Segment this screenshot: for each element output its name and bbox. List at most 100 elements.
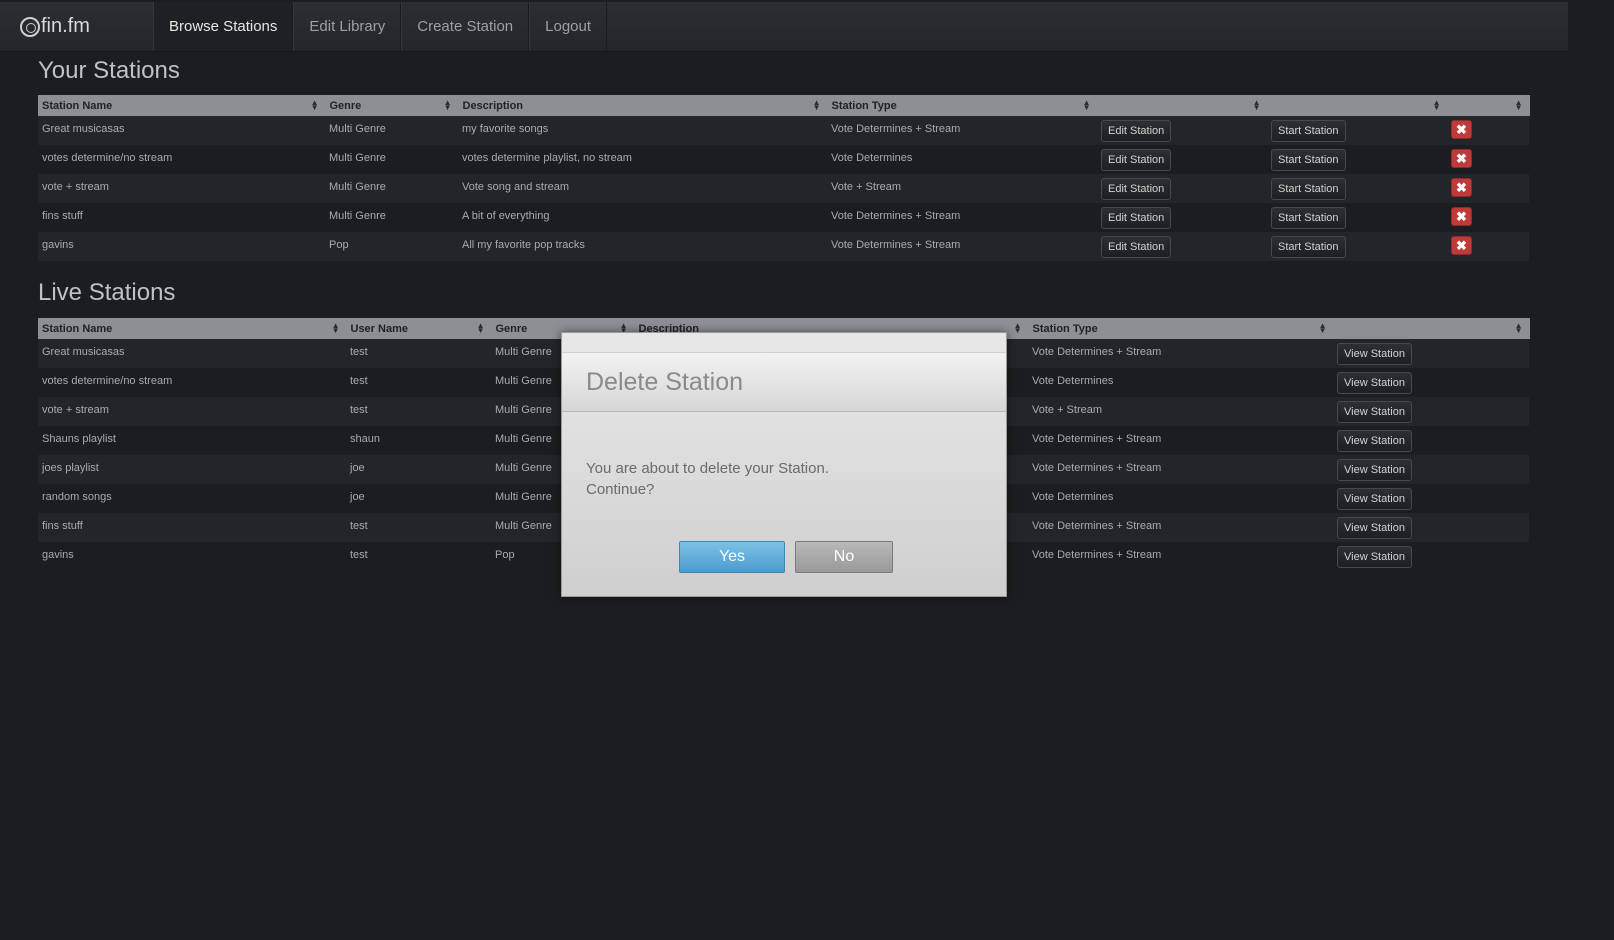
edit-station-button[interactable]: Edit Station [1101, 178, 1172, 200]
your-header-genre[interactable]: Genre ▲ ▼ [325, 95, 459, 116]
view-cell: View Station [1333, 339, 1529, 368]
station-name-cell: Great musicasas [38, 339, 346, 368]
view-cell: View Station [1333, 368, 1529, 397]
live-header-station-name[interactable]: Station Name ▲ ▼ [38, 318, 347, 339]
table-row: vote + stream Multi Genre Vote song and st… [38, 174, 1529, 203]
description-cell: Vote song and stream [458, 174, 827, 203]
table-row: gavins Pop All my favorite pop tracks Vote … [38, 232, 1529, 261]
start-cell: Start Station [1267, 203, 1447, 232]
view-cell: View Station [1333, 455, 1529, 484]
dialog-titlebar [562, 333, 1006, 353]
station-name-cell: votes determine/no stream [38, 145, 325, 174]
nav-logout[interactable]: Logout [529, 2, 608, 51]
start-cell: Start Station [1267, 174, 1447, 203]
station-type-cell: Vote Determines [1028, 484, 1333, 513]
station-type-cell: Vote Determines + Stream [1028, 339, 1333, 368]
delete-cell: ✖ [1447, 203, 1529, 232]
edit-station-button[interactable]: Edit Station [1101, 236, 1172, 258]
start-station-button[interactable]: Start Station [1271, 207, 1346, 229]
start-cell: Start Station [1267, 116, 1447, 145]
station-name-cell: votes determine/no stream [38, 368, 346, 397]
station-name-cell: Great musicasas [38, 116, 325, 145]
start-station-button[interactable]: Start Station [1271, 149, 1346, 171]
edit-station-button[interactable]: Edit Station [1101, 149, 1172, 171]
your-header-col-4[interactable]: ▲ ▼ [1097, 95, 1268, 116]
column-header-label: Description [462, 99, 524, 112]
view-station-button[interactable]: View Station [1337, 401, 1412, 423]
user-name-cell: test [346, 339, 491, 368]
yes-button[interactable]: Yes [679, 541, 785, 573]
station-name-cell: gavins [38, 232, 325, 261]
dialog-message: You are about to delete your Station. [586, 460, 829, 477]
start-cell: Start Station [1267, 232, 1447, 261]
start-station-button[interactable]: Start Station [1271, 178, 1346, 200]
station-name-cell: Shauns playlist [38, 426, 346, 455]
your-header-description[interactable]: Description ▲ ▼ [458, 95, 828, 116]
description-cell: votes determine playlist, no stream [458, 145, 827, 174]
view-station-button[interactable]: View Station [1337, 459, 1412, 481]
view-cell: View Station [1333, 397, 1529, 426]
edit-cell: Edit Station [1097, 145, 1267, 174]
view-cell: View Station [1333, 426, 1529, 455]
brand-logo-link[interactable]: fin.fm [0, 2, 153, 51]
user-name-cell: test [346, 397, 491, 426]
view-station-button[interactable]: View Station [1337, 546, 1412, 568]
sort-arrows-icon: ▲ ▼ [331, 321, 340, 335]
description-cell: All my favorite pop tracks [458, 232, 827, 261]
delete-station-button[interactable]: ✖ [1451, 207, 1472, 226]
station-type-cell: Vote Determines + Stream [1028, 542, 1333, 571]
your-header-station-type[interactable]: Station Type ▲ ▼ [827, 95, 1098, 116]
delete-station-button[interactable]: ✖ [1451, 236, 1472, 255]
sort-arrows-icon: ▲ ▼ [1252, 98, 1261, 112]
live-header-col-5[interactable]: ▲ ▼ [1333, 318, 1530, 339]
delete-station-dialog: Delete Station You are about to delete y… [561, 332, 1007, 597]
delete-cell: ✖ [1447, 174, 1529, 203]
station-name-cell: fins stuff [38, 513, 346, 542]
sort-arrows-icon: ▲ ▼ [812, 98, 821, 112]
column-header-label: Genre [495, 322, 528, 335]
column-header-label: Station Type [831, 99, 897, 112]
delete-cell: ✖ [1447, 145, 1529, 174]
station-type-cell: Vote Determines + Stream [827, 232, 1097, 261]
view-station-button[interactable]: View Station [1337, 488, 1412, 510]
start-station-button[interactable]: Start Station [1271, 236, 1346, 258]
genre-cell: Multi Genre [325, 174, 458, 203]
sort-arrows-icon: ▲ ▼ [1514, 321, 1523, 335]
your-header-station-name[interactable]: Station Name ▲ ▼ [38, 95, 326, 116]
station-type-cell: Vote Determines + Stream [1028, 513, 1333, 542]
description-cell: A bit of everything [458, 203, 827, 232]
column-header-label: Station Name [42, 322, 113, 335]
your-header-col-6[interactable]: ▲ ▼ [1447, 95, 1530, 116]
station-name-cell: fins stuff [38, 203, 325, 232]
live-header-user-name[interactable]: User Name ▲ ▼ [346, 318, 492, 339]
sort-arrows-icon: ▲ ▼ [1514, 98, 1523, 112]
table-header-row: Station Name ▲ ▼ Genre ▲ ▼ Description ▲ ▼ Statio… [38, 95, 1530, 116]
live-header-station-type[interactable]: Station Type ▲ ▼ [1028, 318, 1334, 339]
delete-cell: ✖ [1447, 116, 1529, 145]
view-station-button[interactable]: View Station [1337, 343, 1412, 365]
nav-browse-stations[interactable]: Browse Stations [153, 2, 294, 51]
genre-cell: Multi Genre [325, 145, 458, 174]
nav-edit-library[interactable]: Edit Library [293, 2, 402, 51]
genre-cell: Multi Genre [325, 203, 458, 232]
close-x-icon: ✖ [1456, 180, 1467, 195]
view-station-button[interactable]: View Station [1337, 372, 1412, 394]
your-header-col-5[interactable]: ▲ ▼ [1267, 95, 1448, 116]
start-station-button[interactable]: Start Station [1271, 120, 1346, 142]
close-x-icon: ✖ [1456, 122, 1467, 137]
start-cell: Start Station [1267, 145, 1447, 174]
nav-create-station[interactable]: Create Station [401, 2, 530, 51]
edit-station-button[interactable]: Edit Station [1101, 120, 1172, 142]
view-station-button[interactable]: View Station [1337, 430, 1412, 452]
view-cell: View Station [1333, 513, 1529, 542]
delete-station-button[interactable]: ✖ [1451, 149, 1472, 168]
sort-arrows-icon: ▲ ▼ [443, 98, 452, 112]
no-button[interactable]: No [795, 541, 893, 573]
edit-station-button[interactable]: Edit Station [1101, 207, 1172, 229]
table-row: fins stuff Multi Genre A bit of everything… [38, 203, 1529, 232]
delete-station-button[interactable]: ✖ [1451, 120, 1472, 139]
view-station-button[interactable]: View Station [1337, 517, 1412, 539]
delete-station-button[interactable]: ✖ [1451, 178, 1472, 197]
edit-cell: Edit Station [1097, 203, 1267, 232]
station-type-cell: Vote Determines + Stream [827, 203, 1097, 232]
